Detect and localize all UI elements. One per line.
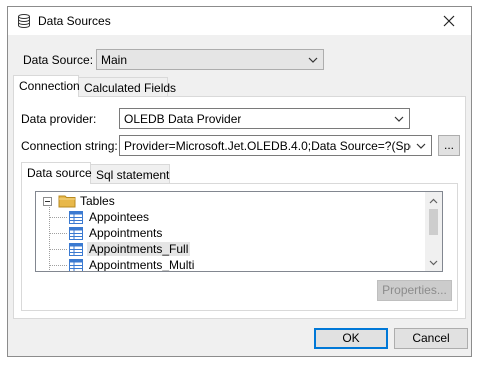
close-button[interactable]: [427, 7, 471, 35]
browse-button[interactable]: ...: [438, 135, 460, 156]
table-icon: [69, 259, 83, 271]
connection-string-label: Connection string:: [21, 139, 118, 153]
data-source-panel: Tables Appointees Appointments Appointme…: [21, 183, 458, 311]
data-source-label: Data Source:: [23, 53, 94, 67]
connection-string-combo[interactable]: Provider=Microsoft.Jet.OLEDB.4.0;Data So…: [119, 135, 432, 156]
data-source-value: Main: [101, 53, 128, 67]
connection-panel: Data provider: OLEDB Data Provider Conne…: [13, 96, 466, 319]
chevron-up-icon: [429, 198, 438, 203]
data-source-combo[interactable]: Main: [96, 49, 324, 70]
tree-item-label: Appointments_Full: [87, 242, 191, 256]
tab-data-source-label: Data source: [27, 166, 92, 180]
chevron-down-icon: [394, 116, 404, 122]
tree-item-label: Appointments: [89, 226, 163, 240]
scroll-down-button[interactable]: [425, 254, 442, 271]
data-provider-combo[interactable]: OLEDB Data Provider: [119, 108, 410, 129]
connection-string-value: Provider=Microsoft.Jet.OLEDB.4.0;Data So…: [124, 139, 411, 153]
scroll-up-button[interactable]: [425, 192, 442, 209]
close-icon: [443, 15, 455, 27]
table-icon: [69, 243, 83, 256]
data-provider-label: Data provider:: [21, 112, 97, 126]
tab-connection[interactable]: Connection: [13, 75, 80, 97]
tables-tree[interactable]: Tables Appointees Appointments Appointme…: [35, 191, 443, 272]
vertical-scrollbar[interactable]: [425, 192, 442, 271]
cancel-button[interactable]: Cancel: [394, 328, 468, 349]
table-icon: [69, 227, 83, 240]
tab-calculated-fields-label: Calculated Fields: [84, 81, 177, 95]
title-bar[interactable]: Data Sources: [8, 7, 471, 35]
collapse-icon[interactable]: [43, 197, 52, 206]
tree-root-label: Tables: [80, 194, 115, 208]
tree-item-label: Appointees: [89, 210, 150, 224]
properties-button[interactable]: Properties...: [377, 280, 452, 301]
tab-data-source[interactable]: Data source: [21, 162, 92, 184]
chevron-down-icon: [416, 143, 426, 149]
window-title: Data Sources: [38, 14, 111, 28]
chevron-down-icon: [308, 57, 318, 63]
folder-icon: [58, 195, 76, 208]
data-sources-dialog: Data Sources Data Source: Main Connectio…: [7, 6, 472, 357]
tree-item-label: Appointments_Multi: [89, 258, 195, 272]
scroll-thumb[interactable]: [429, 209, 438, 235]
tab-calculated-fields[interactable]: Calculated Fields: [78, 77, 176, 97]
tab-sql-statement[interactable]: Sql statement: [90, 164, 170, 184]
chevron-down-icon: [429, 260, 438, 265]
table-icon: [69, 211, 83, 224]
tab-connection-label: Connection: [19, 79, 80, 93]
database-icon: [18, 14, 30, 28]
tab-sql-statement-label: Sql statement: [96, 168, 170, 182]
data-provider-value: OLEDB Data Provider: [124, 112, 242, 126]
ok-button[interactable]: OK: [314, 328, 388, 349]
